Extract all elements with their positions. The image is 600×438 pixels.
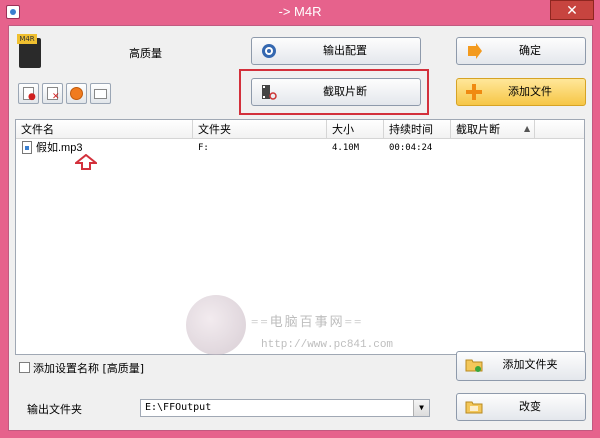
output-folder-value: E:\FFOutput [145, 402, 212, 413]
sort-up-icon: ▲ [524, 124, 531, 133]
arrow-right-icon [468, 43, 482, 59]
clear-list-button[interactable]: ✕ [42, 83, 63, 104]
red-arrow-up-icon [75, 154, 97, 170]
column-header-folder[interactable]: 文件夹 [193, 120, 327, 139]
output-config-label: 输出配置 [323, 45, 367, 57]
dialog-body: M4R 高质量 输出配置 确定 截取片断 添加文件 ● ✕ 文件名 文件夹 大小… [8, 25, 593, 431]
delete-x-icon: ✕ [52, 92, 60, 102]
column-header-clip[interactable]: 截取片断 [451, 120, 535, 139]
folder-cell: F: [198, 143, 209, 153]
window-title: -> M4R [278, 4, 322, 19]
clip-label: 截取片断 [323, 86, 367, 98]
clip-cell [451, 140, 535, 156]
file-list[interactable]: 文件名 文件夹 大小 持续时间 截取片断 ▲ 假如.mp3 F: 4.10M 0… [15, 119, 585, 355]
rose-watermark-icon [186, 295, 246, 355]
table-row[interactable]: 假如.mp3 F: 4.10M 00:04:24 [16, 140, 584, 156]
preset-label: 高质量 [129, 47, 162, 60]
file-list-header: 文件名 文件夹 大小 持续时间 截取片断 ▲ [16, 120, 584, 139]
watermark-url: http://www.pc841.com [261, 339, 394, 351]
play-icon [70, 87, 83, 100]
column-header-name[interactable]: 文件名 [16, 120, 193, 139]
film-scissors-icon [262, 85, 277, 100]
play-button[interactable] [66, 83, 87, 104]
change-folder-button[interactable]: 改变 [456, 393, 586, 421]
output-folder-label: 输出文件夹 [27, 403, 82, 416]
m4r-tag: M4R [17, 34, 37, 44]
info-card-icon [94, 89, 107, 99]
watermark: ==电脑百事网== http://www.pc841.com [186, 295, 446, 375]
add-file-label: 添加文件 [508, 86, 552, 98]
add-preset-name-label: 添加设置名称 [高质量] [33, 362, 145, 375]
remove-file-button[interactable]: ● [18, 83, 39, 104]
gear-icon [262, 44, 276, 58]
output-config-button[interactable]: 输出配置 [251, 37, 421, 65]
add-file-button[interactable]: 添加文件 [456, 78, 586, 106]
add-folder-button[interactable]: 添加文件夹 [456, 351, 586, 381]
change-label: 改变 [519, 401, 541, 413]
column-header-size[interactable]: 大小 [327, 120, 384, 139]
plus-icon [466, 84, 482, 100]
duration-cell: 00:04:24 [389, 143, 433, 153]
close-button[interactable]: ✕ [550, 0, 594, 20]
output-folder-select[interactable]: E:\FFOutput ▼ [140, 399, 430, 417]
m4r-preset-icon: M4R [17, 34, 41, 68]
title-bar: -> M4R ✕ [0, 0, 600, 25]
column-header-duration[interactable]: 持续时间 [384, 120, 451, 139]
chevron-down-icon[interactable]: ▼ [413, 400, 429, 416]
watermark-text: ==电脑百事网== [251, 314, 364, 329]
ok-button[interactable]: 确定 [456, 37, 586, 65]
folder-icon [465, 401, 483, 414]
remove-mark-icon: ● [28, 92, 36, 102]
size-cell: 4.10M [332, 143, 360, 153]
file-name-cell: 假如.mp3 [36, 142, 83, 154]
file-info-button[interactable] [90, 83, 111, 104]
add-folder-label: 添加文件夹 [502, 359, 558, 371]
folder-add-icon [465, 359, 483, 372]
clip-button[interactable]: 截取片断 [251, 78, 421, 106]
ok-label: 确定 [519, 45, 541, 57]
add-preset-name-checkbox[interactable] [19, 362, 30, 373]
